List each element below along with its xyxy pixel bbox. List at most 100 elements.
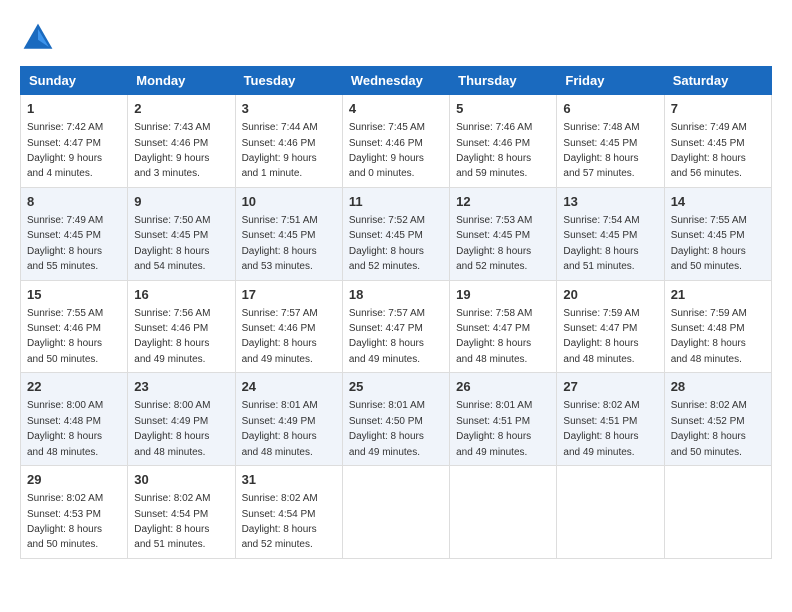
calendar-cell: 5 Sunrise: 7:46 AMSunset: 4:46 PMDayligh…	[450, 95, 557, 188]
calendar-cell: 26 Sunrise: 8:01 AMSunset: 4:51 PMDaylig…	[450, 373, 557, 466]
day-info: Sunrise: 8:02 AMSunset: 4:51 PMDaylight:…	[563, 400, 639, 457]
calendar-cell	[664, 466, 771, 559]
calendar-cell: 27 Sunrise: 8:02 AMSunset: 4:51 PMDaylig…	[557, 373, 664, 466]
day-number: 10	[242, 193, 336, 211]
day-info: Sunrise: 7:42 AMSunset: 4:47 PMDaylight:…	[27, 122, 103, 179]
column-header-friday: Friday	[557, 67, 664, 95]
day-number: 27	[563, 378, 657, 396]
day-number: 18	[349, 286, 443, 304]
day-number: 26	[456, 378, 550, 396]
calendar-cell: 2 Sunrise: 7:43 AMSunset: 4:46 PMDayligh…	[128, 95, 235, 188]
calendar-cell: 31 Sunrise: 8:02 AMSunset: 4:54 PMDaylig…	[235, 466, 342, 559]
calendar-cell	[450, 466, 557, 559]
calendar-cell: 24 Sunrise: 8:01 AMSunset: 4:49 PMDaylig…	[235, 373, 342, 466]
calendar-cell: 18 Sunrise: 7:57 AMSunset: 4:47 PMDaylig…	[342, 280, 449, 373]
day-info: Sunrise: 7:48 AMSunset: 4:45 PMDaylight:…	[563, 122, 639, 179]
calendar-table: SundayMondayTuesdayWednesdayThursdayFrid…	[20, 66, 772, 559]
calendar-cell: 23 Sunrise: 8:00 AMSunset: 4:49 PMDaylig…	[128, 373, 235, 466]
calendar-cell: 17 Sunrise: 7:57 AMSunset: 4:46 PMDaylig…	[235, 280, 342, 373]
day-number: 6	[563, 100, 657, 118]
day-number: 8	[27, 193, 121, 211]
column-header-saturday: Saturday	[664, 67, 771, 95]
day-info: Sunrise: 7:59 AMSunset: 4:47 PMDaylight:…	[563, 308, 639, 365]
day-info: Sunrise: 8:02 AMSunset: 4:53 PMDaylight:…	[27, 493, 103, 550]
page-header	[20, 20, 772, 56]
day-info: Sunrise: 7:43 AMSunset: 4:46 PMDaylight:…	[134, 122, 210, 179]
day-number: 4	[349, 100, 443, 118]
header-row: SundayMondayTuesdayWednesdayThursdayFrid…	[21, 67, 772, 95]
calendar-cell: 13 Sunrise: 7:54 AMSunset: 4:45 PMDaylig…	[557, 187, 664, 280]
day-number: 28	[671, 378, 765, 396]
day-info: Sunrise: 8:02 AMSunset: 4:52 PMDaylight:…	[671, 400, 747, 457]
column-header-thursday: Thursday	[450, 67, 557, 95]
calendar-cell: 1 Sunrise: 7:42 AMSunset: 4:47 PMDayligh…	[21, 95, 128, 188]
calendar-cell: 14 Sunrise: 7:55 AMSunset: 4:45 PMDaylig…	[664, 187, 771, 280]
calendar-cell: 29 Sunrise: 8:02 AMSunset: 4:53 PMDaylig…	[21, 466, 128, 559]
day-info: Sunrise: 8:02 AMSunset: 4:54 PMDaylight:…	[242, 493, 318, 550]
day-number: 1	[27, 100, 121, 118]
day-number: 31	[242, 471, 336, 489]
day-info: Sunrise: 8:01 AMSunset: 4:49 PMDaylight:…	[242, 400, 318, 457]
day-number: 25	[349, 378, 443, 396]
day-number: 14	[671, 193, 765, 211]
day-info: Sunrise: 7:45 AMSunset: 4:46 PMDaylight:…	[349, 122, 425, 179]
day-info: Sunrise: 7:49 AMSunset: 4:45 PMDaylight:…	[27, 215, 103, 272]
calendar-cell: 15 Sunrise: 7:55 AMSunset: 4:46 PMDaylig…	[21, 280, 128, 373]
calendar-cell: 19 Sunrise: 7:58 AMSunset: 4:47 PMDaylig…	[450, 280, 557, 373]
day-info: Sunrise: 8:00 AMSunset: 4:48 PMDaylight:…	[27, 400, 103, 457]
column-header-sunday: Sunday	[21, 67, 128, 95]
day-number: 23	[134, 378, 228, 396]
calendar-cell: 4 Sunrise: 7:45 AMSunset: 4:46 PMDayligh…	[342, 95, 449, 188]
day-number: 17	[242, 286, 336, 304]
calendar-week-2: 8 Sunrise: 7:49 AMSunset: 4:45 PMDayligh…	[21, 187, 772, 280]
calendar-week-5: 29 Sunrise: 8:02 AMSunset: 4:53 PMDaylig…	[21, 466, 772, 559]
calendar-cell: 21 Sunrise: 7:59 AMSunset: 4:48 PMDaylig…	[664, 280, 771, 373]
day-number: 20	[563, 286, 657, 304]
calendar-cell	[557, 466, 664, 559]
day-number: 2	[134, 100, 228, 118]
day-info: Sunrise: 7:55 AMSunset: 4:46 PMDaylight:…	[27, 308, 103, 365]
calendar-header: SundayMondayTuesdayWednesdayThursdayFrid…	[21, 67, 772, 95]
calendar-cell: 8 Sunrise: 7:49 AMSunset: 4:45 PMDayligh…	[21, 187, 128, 280]
day-number: 21	[671, 286, 765, 304]
day-info: Sunrise: 8:00 AMSunset: 4:49 PMDaylight:…	[134, 400, 210, 457]
calendar-cell: 10 Sunrise: 7:51 AMSunset: 4:45 PMDaylig…	[235, 187, 342, 280]
column-header-monday: Monday	[128, 67, 235, 95]
calendar-cell: 30 Sunrise: 8:02 AMSunset: 4:54 PMDaylig…	[128, 466, 235, 559]
day-info: Sunrise: 7:51 AMSunset: 4:45 PMDaylight:…	[242, 215, 318, 272]
day-info: Sunrise: 7:46 AMSunset: 4:46 PMDaylight:…	[456, 122, 532, 179]
day-info: Sunrise: 7:50 AMSunset: 4:45 PMDaylight:…	[134, 215, 210, 272]
calendar-cell: 9 Sunrise: 7:50 AMSunset: 4:45 PMDayligh…	[128, 187, 235, 280]
day-number: 7	[671, 100, 765, 118]
day-number: 22	[27, 378, 121, 396]
column-header-tuesday: Tuesday	[235, 67, 342, 95]
calendar-body: 1 Sunrise: 7:42 AMSunset: 4:47 PMDayligh…	[21, 95, 772, 559]
day-info: Sunrise: 7:55 AMSunset: 4:45 PMDaylight:…	[671, 215, 747, 272]
calendar-cell: 25 Sunrise: 8:01 AMSunset: 4:50 PMDaylig…	[342, 373, 449, 466]
day-number: 16	[134, 286, 228, 304]
day-number: 30	[134, 471, 228, 489]
day-info: Sunrise: 7:44 AMSunset: 4:46 PMDaylight:…	[242, 122, 318, 179]
calendar-cell: 16 Sunrise: 7:56 AMSunset: 4:46 PMDaylig…	[128, 280, 235, 373]
logo	[20, 20, 60, 56]
day-info: Sunrise: 8:01 AMSunset: 4:51 PMDaylight:…	[456, 400, 532, 457]
column-header-wednesday: Wednesday	[342, 67, 449, 95]
calendar-week-1: 1 Sunrise: 7:42 AMSunset: 4:47 PMDayligh…	[21, 95, 772, 188]
day-number: 13	[563, 193, 657, 211]
calendar-cell: 11 Sunrise: 7:52 AMSunset: 4:45 PMDaylig…	[342, 187, 449, 280]
day-info: Sunrise: 7:56 AMSunset: 4:46 PMDaylight:…	[134, 308, 210, 365]
day-number: 3	[242, 100, 336, 118]
calendar-cell: 6 Sunrise: 7:48 AMSunset: 4:45 PMDayligh…	[557, 95, 664, 188]
calendar-cell: 20 Sunrise: 7:59 AMSunset: 4:47 PMDaylig…	[557, 280, 664, 373]
day-info: Sunrise: 7:53 AMSunset: 4:45 PMDaylight:…	[456, 215, 532, 272]
calendar-cell	[342, 466, 449, 559]
day-info: Sunrise: 8:01 AMSunset: 4:50 PMDaylight:…	[349, 400, 425, 457]
day-info: Sunrise: 7:57 AMSunset: 4:47 PMDaylight:…	[349, 308, 425, 365]
day-info: Sunrise: 7:57 AMSunset: 4:46 PMDaylight:…	[242, 308, 318, 365]
day-number: 9	[134, 193, 228, 211]
day-info: Sunrise: 7:49 AMSunset: 4:45 PMDaylight:…	[671, 122, 747, 179]
day-number: 5	[456, 100, 550, 118]
day-number: 24	[242, 378, 336, 396]
logo-icon	[20, 20, 56, 56]
calendar-week-4: 22 Sunrise: 8:00 AMSunset: 4:48 PMDaylig…	[21, 373, 772, 466]
